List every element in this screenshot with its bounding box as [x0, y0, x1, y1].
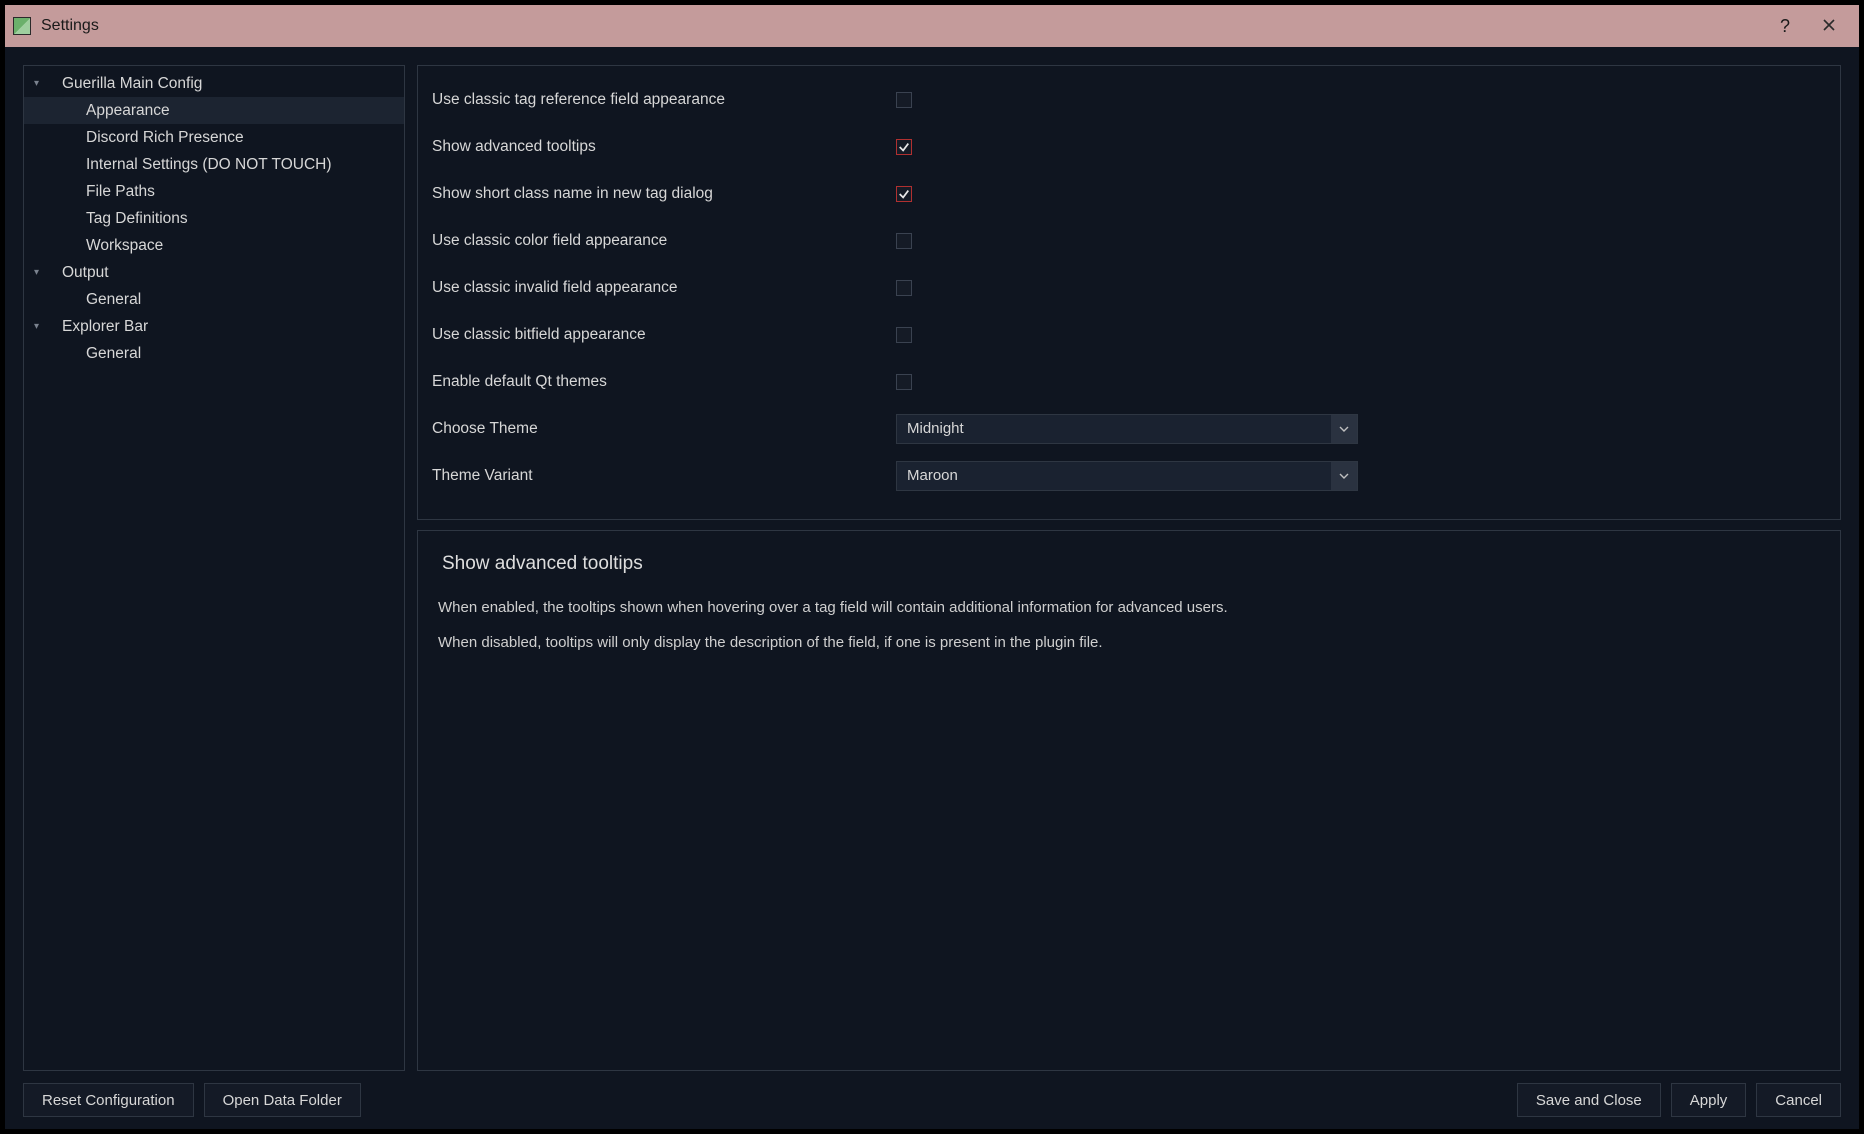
- check-icon: [898, 188, 910, 200]
- body: ▾ Guerilla Main Config Appearance Discord R…: [5, 47, 1859, 1071]
- app-icon: [13, 17, 31, 35]
- combobox[interactable]: Maroon: [896, 461, 1358, 491]
- setting-label: Use classic bitfield appearance: [418, 326, 896, 344]
- tree-group-label: Explorer Bar: [62, 318, 148, 336]
- tree-item-label: Workspace: [86, 237, 163, 255]
- footer: Reset Configuration Open Data Folder Sav…: [5, 1071, 1859, 1129]
- setting-row: Enable default Qt themes: [418, 358, 1840, 405]
- tree-item[interactable]: Discord Rich Presence: [24, 124, 404, 151]
- chevron-down-icon: ▾: [34, 321, 50, 332]
- help-title: Show advanced tooltips: [442, 553, 1820, 575]
- tree-group[interactable]: ▾ Guerilla Main Config: [24, 70, 404, 97]
- chevron-down-icon: [1331, 415, 1357, 443]
- tree-item[interactable]: General: [24, 340, 404, 367]
- chevron-down-icon: ▾: [34, 267, 50, 278]
- tree-group[interactable]: ▾ Output: [24, 259, 404, 286]
- tree-item[interactable]: Appearance: [24, 97, 404, 124]
- combobox[interactable]: Midnight: [896, 414, 1358, 444]
- titlebar: Settings ?: [5, 5, 1859, 47]
- setting-label: Enable default Qt themes: [418, 373, 896, 391]
- check-icon: [898, 141, 910, 153]
- tree-item[interactable]: Internal Settings (DO NOT TOUCH): [24, 151, 404, 178]
- help-paragraph: When disabled, tooltips will only displa…: [438, 632, 1820, 653]
- close-button[interactable]: [1807, 16, 1851, 37]
- tree-group-label: Output: [62, 264, 109, 282]
- setting-row: Use classic bitfield appearance: [418, 311, 1840, 358]
- setting-label: Show advanced tooltips: [418, 138, 896, 156]
- settings-tree[interactable]: ▾ Guerilla Main Config Appearance Discord R…: [23, 65, 405, 1071]
- tree-group[interactable]: ▾ Explorer Bar: [24, 313, 404, 340]
- chevron-down-icon: ▾: [34, 78, 50, 89]
- help-button[interactable]: ?: [1763, 16, 1807, 37]
- checkbox[interactable]: [896, 233, 912, 249]
- reset-configuration-button[interactable]: Reset Configuration: [23, 1083, 194, 1117]
- setting-label: Use classic color field appearance: [418, 232, 896, 250]
- checkbox[interactable]: [896, 92, 912, 108]
- setting-row: Theme VariantMaroon: [418, 452, 1840, 499]
- tree-item-label: Internal Settings (DO NOT TOUCH): [86, 156, 332, 174]
- setting-label: Use classic invalid field appearance: [418, 279, 896, 297]
- setting-label: Choose Theme: [418, 420, 896, 438]
- setting-label: Theme Variant: [418, 467, 896, 485]
- settings-window: Settings ? ▾ Guerilla Main Config Appearan…: [4, 4, 1860, 1130]
- right-column: Use classic tag reference field appearan…: [417, 65, 1841, 1071]
- checkbox[interactable]: [896, 280, 912, 296]
- setting-row: Show short class name in new tag dialog: [418, 170, 1840, 217]
- setting-row: Use classic invalid field appearance: [418, 264, 1840, 311]
- checkbox[interactable]: [896, 374, 912, 390]
- setting-row: Show advanced tooltips: [418, 123, 1840, 170]
- setting-row: Use classic tag reference field appearan…: [418, 76, 1840, 123]
- tree-item-label: Tag Definitions: [86, 210, 188, 228]
- tree-group-label: Guerilla Main Config: [62, 75, 202, 93]
- tree-item-label: Discord Rich Presence: [86, 129, 244, 147]
- checkbox[interactable]: [896, 186, 912, 202]
- tree-item-label: File Paths: [86, 183, 155, 201]
- settings-panel: Use classic tag reference field appearan…: [417, 65, 1841, 520]
- help-paragraph: When enabled, the tooltips shown when ho…: [438, 597, 1820, 618]
- tree-item[interactable]: Tag Definitions: [24, 205, 404, 232]
- cancel-button[interactable]: Cancel: [1756, 1083, 1841, 1117]
- setting-row: Choose ThemeMidnight: [418, 405, 1840, 452]
- setting-label: Use classic tag reference field appearan…: [418, 91, 896, 109]
- tree-item[interactable]: General: [24, 286, 404, 313]
- tree-item-label: General: [86, 345, 141, 363]
- checkbox[interactable]: [896, 327, 912, 343]
- setting-row: Use classic color field appearance: [418, 217, 1840, 264]
- save-and-close-button[interactable]: Save and Close: [1517, 1083, 1661, 1117]
- open-data-folder-button[interactable]: Open Data Folder: [204, 1083, 361, 1117]
- combobox-value: Maroon: [897, 467, 1331, 484]
- close-icon: [1822, 18, 1836, 32]
- tree-item[interactable]: Workspace: [24, 232, 404, 259]
- combobox-value: Midnight: [897, 420, 1331, 437]
- chevron-down-icon: [1331, 462, 1357, 490]
- checkbox[interactable]: [896, 139, 912, 155]
- apply-button[interactable]: Apply: [1671, 1083, 1747, 1117]
- tree-item[interactable]: File Paths: [24, 178, 404, 205]
- tree-item-label: Appearance: [86, 102, 170, 120]
- help-panel: Show advanced tooltips When enabled, the…: [417, 530, 1841, 1071]
- tree-item-label: General: [86, 291, 141, 309]
- window-title: Settings: [41, 17, 1763, 35]
- setting-label: Show short class name in new tag dialog: [418, 185, 896, 203]
